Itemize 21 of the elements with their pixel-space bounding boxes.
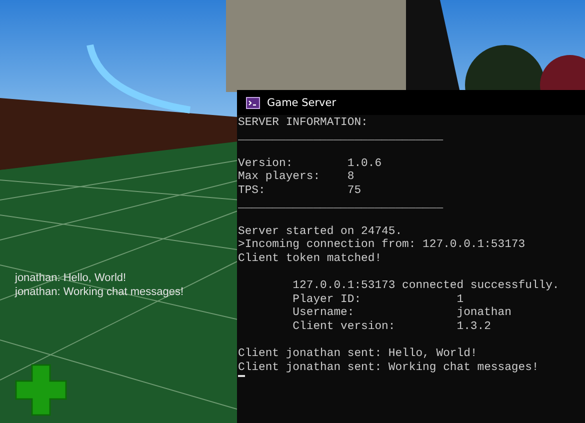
console-line: Client jonathan sent: Working chat messages! [238, 362, 539, 376]
health-cross-icon [15, 364, 67, 416]
console-line: Max players: 8 [238, 171, 354, 185]
console-line: TPS: 75 [238, 184, 362, 199]
console-line: SERVER INFORMATION: [238, 117, 368, 131]
console-line: Server started on 24745. [238, 226, 402, 238]
chat-message: jonathan: Hello, World! [15, 271, 126, 285]
chat-message: jonathan: Working chat messages! [15, 285, 184, 299]
console-line: Version: 1.0.6 [238, 158, 382, 170]
console-line: Username: jonathan [292, 307, 512, 320]
window-title: Game Server [267, 96, 336, 108]
terminal-icon [246, 96, 260, 108]
console-line: ______________________________ [238, 130, 444, 144]
console-line: Player ID: 1 [292, 294, 464, 306]
console-line: ______________________________ [238, 198, 444, 212]
console-line: Client jonathan sent: Hello, World! [238, 348, 478, 362]
console-line: Client token matched! [238, 252, 382, 267]
console-line: >Incoming connection from: 127.0.0.1:53173 [238, 239, 526, 252]
console-line: Client version: 1.3.2 [292, 320, 491, 334]
text-cursor [238, 375, 245, 378]
console-line: 127.0.0.1:53173 connected successfully. [292, 280, 560, 294]
